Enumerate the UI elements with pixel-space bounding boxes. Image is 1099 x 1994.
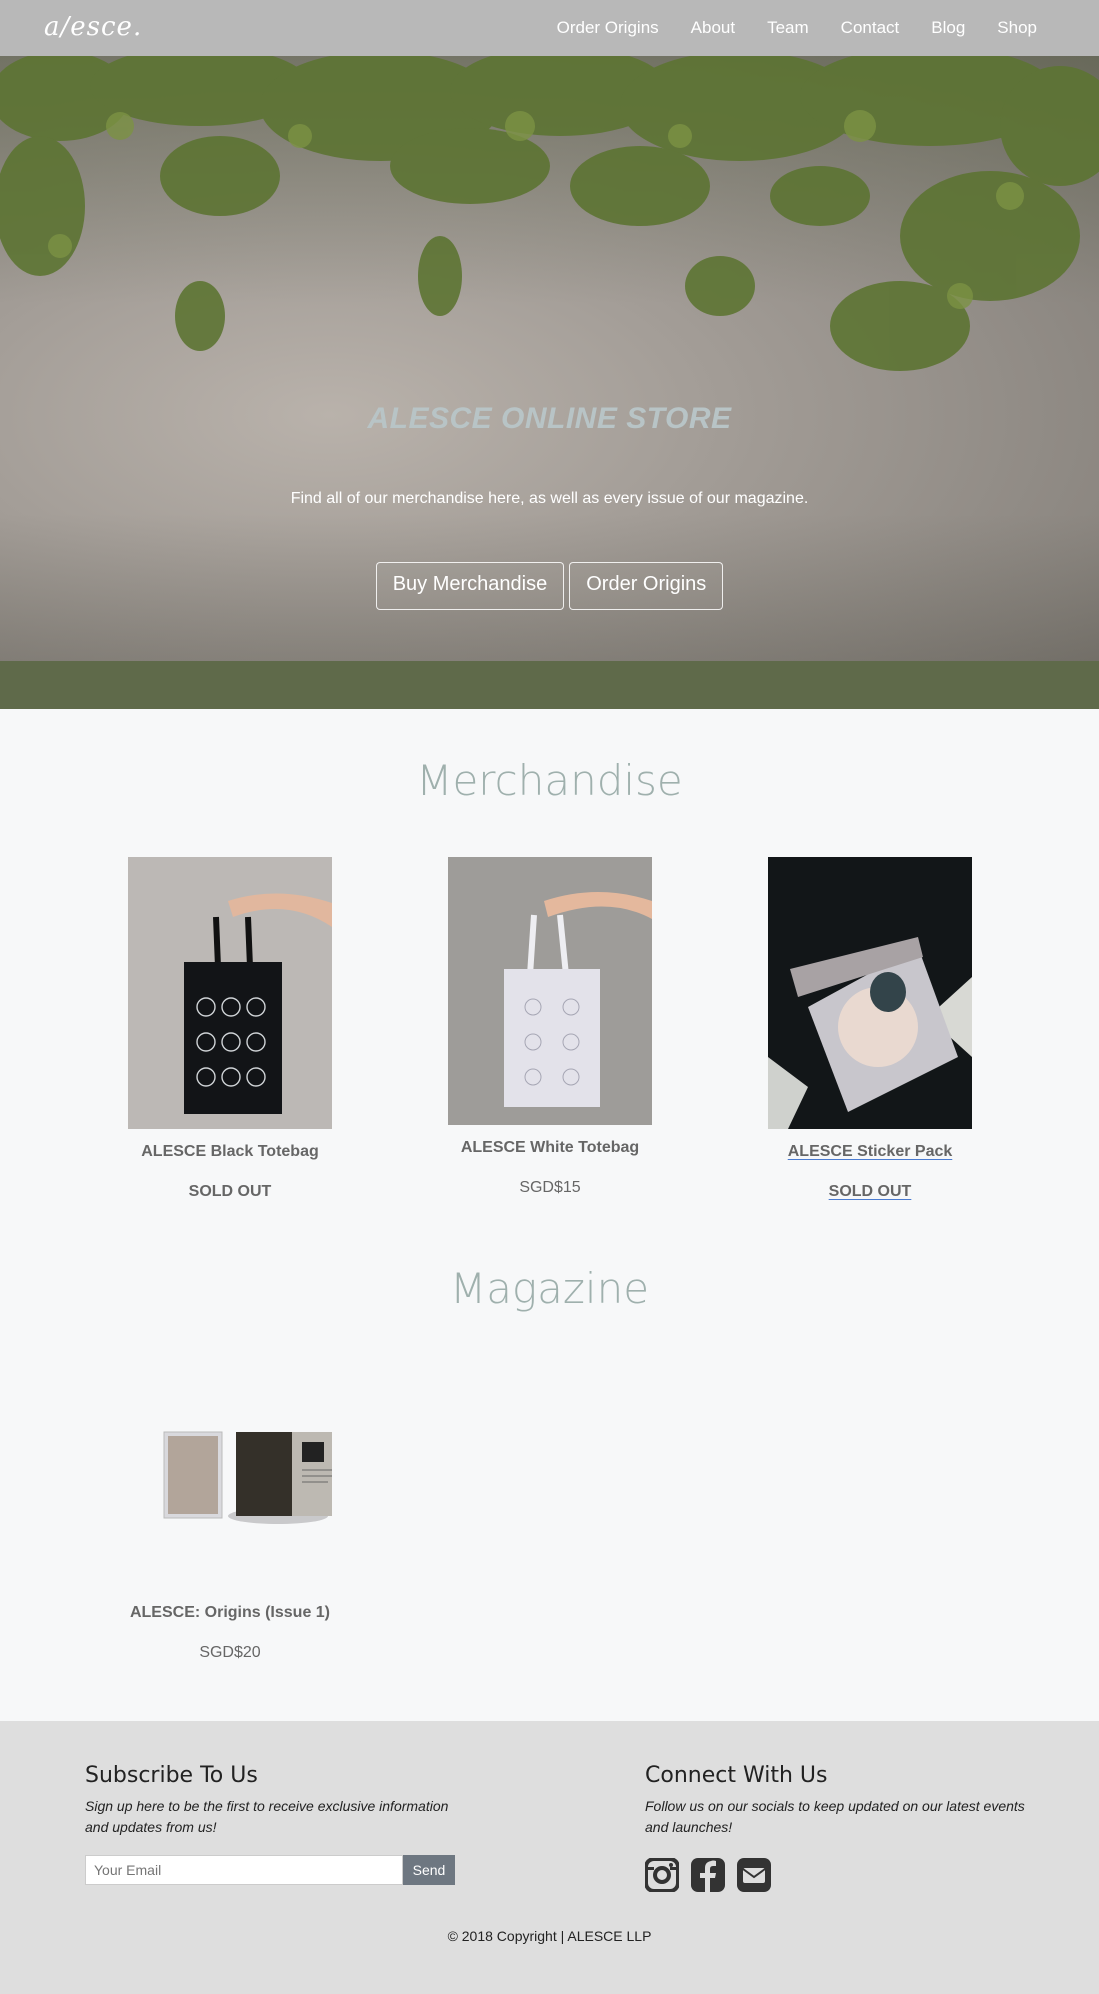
black-totebag-image[interactable] bbox=[128, 857, 332, 1129]
send-button[interactable]: Send bbox=[403, 1855, 455, 1885]
email-input[interactable] bbox=[85, 1855, 403, 1885]
buy-merchandise-button[interactable]: Buy Merchandise bbox=[375, 562, 565, 610]
subscribe-form: Send bbox=[85, 1855, 465, 1885]
product-card-origins-issue-1: ALESCE: Origins (Issue 1) SGD$20 bbox=[100, 1420, 360, 1662]
magazine-heading: Magazine bbox=[449, 1264, 650, 1313]
product-price-link[interactable]: SOLD OUT bbox=[740, 1183, 1000, 1201]
merchandise-heading: Merchandise bbox=[416, 756, 683, 805]
hero-title: ALESCE ONLINE STORE bbox=[367, 402, 732, 435]
connect-section: Connect With Us Follow us on our socials… bbox=[645, 1763, 1025, 1892]
nav-link-team[interactable]: Team bbox=[767, 18, 809, 38]
magazine-image[interactable] bbox=[128, 1420, 332, 1530]
nav-link-blog[interactable]: Blog bbox=[931, 18, 965, 38]
instagram-icon[interactable] bbox=[645, 1858, 679, 1892]
nav-links: Order Origins About Team Contact Blog Sh… bbox=[557, 0, 1037, 56]
subscribe-text: Sign up here to be the first to receive … bbox=[85, 1798, 449, 1835]
product-price: SOLD OUT bbox=[188, 1183, 272, 1200]
product-name: ALESCE: Origins (Issue 1) bbox=[129, 1604, 331, 1621]
hero-banner: ALESCE ONLINE STORE Find all of our merc… bbox=[0, 56, 1099, 709]
facebook-icon[interactable] bbox=[691, 1858, 725, 1892]
sticker-pack-image[interactable] bbox=[768, 857, 972, 1129]
footer: Subscribe To Us Sign up here to be the f… bbox=[0, 1721, 1099, 1994]
vine-background-image bbox=[0, 56, 1099, 371]
product-card-black-totebag: ALESCE Black Totebag SOLD OUT bbox=[100, 857, 360, 1201]
product-card-sticker-pack: ALESCE Sticker Pack SOLD OUT bbox=[740, 857, 1000, 1201]
nav-link-about[interactable]: About bbox=[691, 18, 735, 38]
copyright-text: © 2018 Copyright | ALESCE LLP bbox=[447, 1928, 652, 1944]
white-totebag-image[interactable] bbox=[448, 857, 652, 1125]
connect-text: Follow us on our socials to keep updated… bbox=[645, 1798, 1025, 1835]
email-icon[interactable] bbox=[737, 1858, 771, 1892]
hero-buttons: Buy Merchandise Order Origins bbox=[0, 562, 1099, 610]
top-navbar: a/esce. Order Origins About Team Contact… bbox=[0, 0, 1099, 56]
subscribe-heading: Subscribe To Us bbox=[85, 1763, 258, 1788]
brand-logo[interactable]: a/esce. bbox=[44, 12, 142, 42]
hero-bottom-strip bbox=[0, 661, 1099, 709]
nav-link-shop[interactable]: Shop bbox=[997, 18, 1037, 38]
product-name: ALESCE White Totebag bbox=[460, 1139, 640, 1156]
product-price: SGD$20 bbox=[199, 1644, 261, 1661]
product-card-white-totebag: ALESCE White Totebag SGD$15 bbox=[420, 857, 680, 1197]
hero-subtitle: Find all of our merchandise here, as wel… bbox=[290, 490, 809, 507]
sticker-pack-link[interactable]: ALESCE Sticker Pack bbox=[740, 1143, 1000, 1161]
product-name: ALESCE Black Totebag bbox=[141, 1143, 319, 1160]
social-links bbox=[645, 1858, 1025, 1892]
nav-link-order-origins[interactable]: Order Origins bbox=[557, 18, 659, 38]
order-origins-button[interactable]: Order Origins bbox=[569, 562, 724, 610]
nav-link-contact[interactable]: Contact bbox=[841, 18, 900, 38]
connect-heading: Connect With Us bbox=[645, 1763, 828, 1788]
subscribe-section: Subscribe To Us Sign up here to be the f… bbox=[85, 1763, 465, 1885]
product-price: SGD$15 bbox=[519, 1179, 581, 1196]
